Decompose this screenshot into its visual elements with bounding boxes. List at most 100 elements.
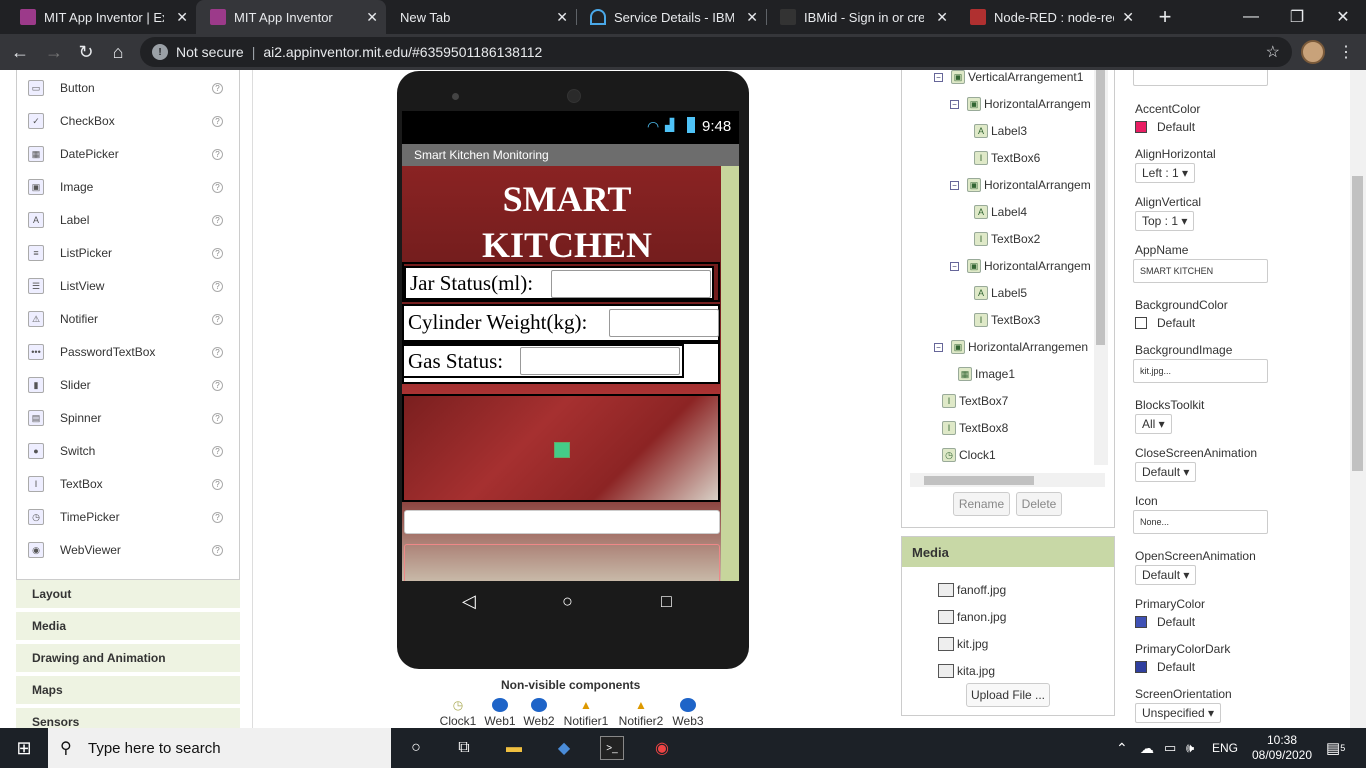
close-tab-icon[interactable]: ✕	[366, 9, 378, 26]
media-file[interactable]: fanoff.jpg	[938, 581, 1006, 599]
help-icon[interactable]: ?	[212, 148, 223, 160]
collapse-toggle-icon[interactable]: −	[950, 180, 959, 190]
palette-category-drawing[interactable]: Drawing and Animation	[16, 644, 240, 674]
bookmark-star-icon[interactable]: ☆	[1266, 42, 1280, 62]
profile-avatar[interactable]	[1301, 40, 1325, 64]
collapse-toggle-icon[interactable]: −	[934, 342, 943, 352]
palette-item-timepicker[interactable]: ◷ TimePicker?	[28, 507, 223, 527]
textbox7[interactable]	[404, 510, 720, 534]
minimize-icon[interactable]: —	[1228, 0, 1274, 34]
blocks-toolkit-select[interactable]: All ▾	[1135, 414, 1172, 434]
palette-item-notifier[interactable]: ⚠ Notifier?	[28, 309, 223, 329]
tree-horizontal-scrollbar[interactable]	[910, 473, 1105, 487]
background-color-picker[interactable]: Default	[1135, 316, 1195, 330]
open-screen-animation-select[interactable]: Default ▾	[1135, 565, 1197, 585]
accent-color-picker[interactable]: Default	[1135, 120, 1195, 134]
help-icon[interactable]: ?	[212, 346, 223, 358]
align-vertical-select[interactable]: Top : 1 ▾	[1135, 211, 1195, 231]
primary-color-picker[interactable]: Default	[1135, 615, 1195, 629]
help-icon[interactable]: ?	[212, 412, 223, 424]
new-tab-button[interactable]: +	[1150, 0, 1180, 34]
close-tab-icon[interactable]: ✕	[1122, 9, 1134, 26]
palette-item-listpicker[interactable]: ≡ ListPicker?	[28, 243, 223, 263]
close-tab-icon[interactable]: ✕	[176, 9, 188, 26]
tree-vertical-scrollbar[interactable]	[1094, 70, 1108, 465]
close-tab-icon[interactable]: ✕	[556, 9, 568, 26]
page-vertical-scrollbar[interactable]	[1350, 70, 1366, 728]
tree-node[interactable]: − ▣ VerticalArrangement1	[934, 70, 1083, 86]
nonvisible-notifier2[interactable]: ▲ Notifier2	[617, 698, 665, 728]
nonvisible-clock1[interactable]: ◷ Clock1	[438, 698, 478, 728]
help-icon[interactable]: ?	[212, 544, 223, 556]
tree-node[interactable]: − ▣ HorizontalArrangem	[950, 176, 1091, 194]
palette-item-listview[interactable]: ☰ ListView?	[28, 276, 223, 296]
file-explorer-icon[interactable]: ▬	[502, 736, 526, 760]
palette-item-label[interactable]: A Label?	[28, 210, 223, 230]
media-file[interactable]: kit.jpg	[938, 635, 988, 653]
tree-node[interactable]: I TextBox3	[974, 311, 1040, 329]
palette-item-textbox[interactable]: I TextBox?	[28, 474, 223, 494]
tab-ibm-cloud[interactable]: Service Details - IBM Cl ✕	[576, 0, 766, 34]
info-icon[interactable]: !	[152, 44, 168, 60]
collapse-toggle-icon[interactable]: −	[934, 72, 943, 82]
address-bar[interactable]: ! Not secure | ai2.appinventor.mit.edu/#…	[140, 37, 1292, 67]
palette-category-media[interactable]: Media	[16, 612, 240, 642]
tree-node[interactable]: A Label4	[974, 203, 1027, 221]
close-window-icon[interactable]: ✕	[1320, 0, 1366, 34]
palette-category-sensors[interactable]: Sensors	[16, 708, 240, 728]
help-icon[interactable]: ?	[212, 214, 223, 226]
collapse-toggle-icon[interactable]: −	[950, 261, 959, 271]
palette-item-button[interactable]: ▭ Button?	[28, 78, 223, 98]
palette-item-passwordtextbox[interactable]: ••• PasswordTextBox?	[28, 342, 223, 362]
close-tab-icon[interactable]: ✕	[746, 9, 758, 26]
tree-node[interactable]: I TextBox6	[974, 149, 1040, 167]
menu-icon[interactable]: ⋮	[1338, 42, 1354, 62]
restore-icon[interactable]: ❐	[1274, 0, 1320, 34]
tab-new-tab[interactable]: New Tab ✕	[386, 0, 576, 34]
tree-node[interactable]: − ▣ HorizontalArrangemen	[934, 338, 1088, 356]
reload-icon[interactable]: ↻	[74, 40, 98, 64]
tree-node[interactable]: I TextBox8	[942, 419, 1008, 437]
nonvisible-web3[interactable]: Web3	[668, 698, 708, 728]
media-file[interactable]: fanon.jpg	[938, 608, 1006, 626]
help-icon[interactable]: ?	[212, 379, 223, 391]
tree-node[interactable]: − ▣ HorizontalArrangem	[950, 257, 1091, 275]
tray-chevron-icon[interactable]: ⌃	[1116, 728, 1128, 768]
gas-status-textbox[interactable]	[520, 347, 680, 375]
chrome-icon[interactable]: ◉	[650, 736, 674, 760]
help-icon[interactable]: ?	[212, 511, 223, 523]
tree-node[interactable]: ▦ Image1	[958, 365, 1015, 383]
palette-item-image[interactable]: ▣ Image?	[28, 177, 223, 197]
tree-node[interactable]: − ▣ HorizontalArrangem	[950, 95, 1091, 113]
tab-node-red[interactable]: Node-RED : node-red-e ✕	[956, 0, 1142, 34]
rename-button[interactable]: Rename	[953, 492, 1010, 516]
palette-item-spinner[interactable]: ▤ Spinner?	[28, 408, 223, 428]
icon-input[interactable]: None...	[1133, 510, 1268, 534]
tab-app-inventor-explore[interactable]: MIT App Inventor | Expl ✕	[6, 0, 196, 34]
palette-category-maps[interactable]: Maps	[16, 676, 240, 706]
palette-item-datepicker[interactable]: ▦ DatePicker?	[28, 144, 223, 164]
nonvisible-web2[interactable]: Web2	[519, 698, 559, 728]
help-icon[interactable]: ?	[212, 478, 223, 490]
tree-node[interactable]: I TextBox7	[942, 392, 1008, 410]
cortana-icon[interactable]: ○	[404, 736, 428, 760]
delete-button[interactable]: Delete	[1016, 492, 1062, 516]
palette-category-layout[interactable]: Layout	[16, 580, 240, 610]
collapse-toggle-icon[interactable]: −	[950, 99, 959, 109]
help-icon[interactable]: ?	[212, 445, 223, 457]
language-indicator[interactable]: ENG	[1212, 728, 1238, 768]
app-name-input[interactable]: SMART KITCHEN	[1133, 259, 1268, 283]
nonvisible-notifier1[interactable]: ▲ Notifier1	[562, 698, 610, 728]
forward-icon[interactable]: →	[42, 40, 66, 64]
jar-status-textbox[interactable]	[551, 270, 711, 298]
volume-icon[interactable]: 🕪	[1186, 728, 1194, 768]
tree-node[interactable]: ◷ Clock1	[942, 446, 996, 464]
back-icon[interactable]: ←	[8, 40, 32, 64]
home-icon[interactable]: ⌂	[106, 40, 130, 64]
help-icon[interactable]: ?	[212, 115, 223, 127]
task-view-icon[interactable]: ⧉	[452, 736, 476, 760]
notification-center-icon[interactable]: ▤ 5	[1326, 728, 1345, 768]
nonvisible-web1[interactable]: Web1	[480, 698, 520, 728]
palette-item-checkbox[interactable]: ✓ CheckBox?	[28, 111, 223, 131]
windows-start-icon[interactable]: ⊞	[0, 728, 48, 768]
